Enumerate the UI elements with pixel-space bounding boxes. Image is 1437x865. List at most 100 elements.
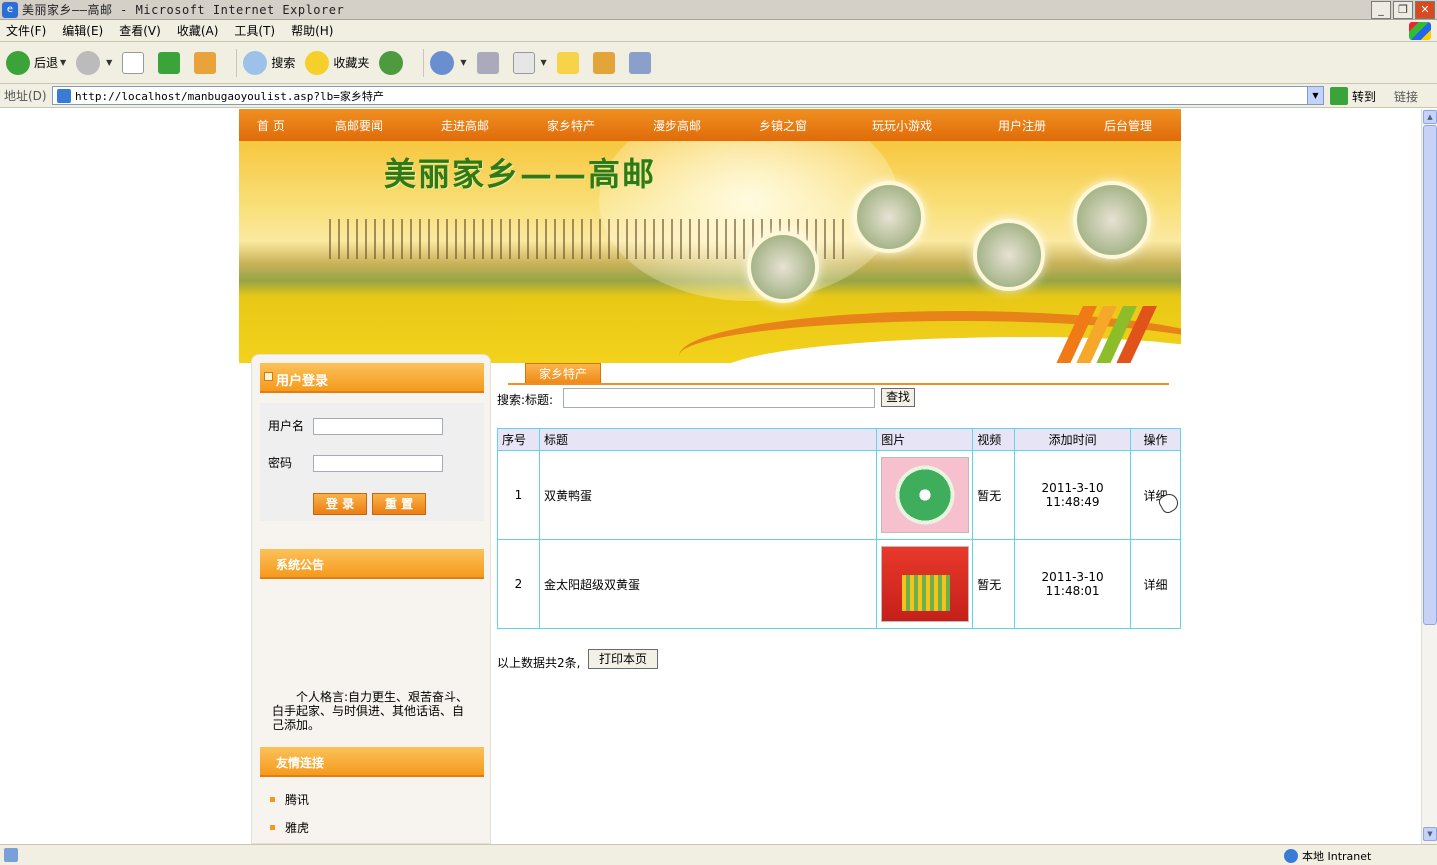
egg-box-image[interactable] <box>880 546 969 622</box>
login-header: 用户登录 <box>260 363 484 393</box>
printer-icon <box>476 51 499 74</box>
nav-intro[interactable]: 走进高邮 <box>441 117 489 134</box>
login-form: 用户名 密码 登 录 重 置 <box>260 403 484 521</box>
row-video: 暂无 <box>972 539 1016 629</box>
salted-egg-image[interactable] <box>880 457 969 533</box>
col-header: 操作 <box>1130 428 1181 451</box>
nav-specialties[interactable]: 家乡特产 <box>547 117 595 134</box>
print-toolbar-button[interactable] <box>476 51 503 74</box>
discuss-button[interactable] <box>556 51 583 74</box>
messenger-button[interactable] <box>628 51 655 74</box>
maximize-button[interactable]: ❐ <box>1393 1 1413 19</box>
page-icon <box>57 88 71 103</box>
scroll-thumb[interactable] <box>1423 125 1437 625</box>
stop-button[interactable] <box>122 51 148 74</box>
vertical-scrollbar[interactable]: ▲ ▼ <box>1421 109 1437 844</box>
search-title-label: 搜索:标题: <box>497 393 554 407</box>
col-header: 视频 <box>972 428 1016 451</box>
friend-link-label[interactable]: 雅虎 <box>285 819 309 836</box>
nav-news[interactable]: 高邮要闻 <box>335 117 383 134</box>
history-icon <box>379 50 404 75</box>
links-header: 友情连接 <box>260 747 484 777</box>
zone-label: 本地 Intranet <box>1302 850 1372 863</box>
windows-logo-icon <box>1409 22 1431 40</box>
links-title: 友情连接 <box>276 756 325 770</box>
row-detail-link[interactable]: 详细 <box>1130 539 1181 629</box>
table-header-row: 序号 标题 图片 视频 添加时间 操作 <box>497 428 1181 451</box>
menu-favorites[interactable]: 收藏(A) <box>177 22 219 39</box>
forward-arrow-icon <box>76 50 101 75</box>
back-label: 后退 <box>34 56 59 70</box>
intranet-globe-icon <box>1284 849 1298 863</box>
row-image <box>876 450 974 540</box>
row-title: 金太阳超级双黄蛋 <box>538 539 878 629</box>
menu-help[interactable]: 帮助(H) <box>291 22 333 39</box>
nav-register[interactable]: 用户注册 <box>998 117 1046 134</box>
address-url[interactable]: http://localhost/manbugaoyoulist.asp?lb=… <box>75 88 384 104</box>
row-time: 2011-3-10 11:48:01 <box>1014 539 1132 629</box>
edit-dropdown-icon[interactable]: ▼ <box>541 58 547 67</box>
bullet-icon <box>270 797 275 802</box>
window-title: 美丽家乡——高邮 - Microsoft Internet Explorer <box>22 3 345 17</box>
nav-home[interactable]: 首 页 <box>257 117 285 134</box>
search-submit-button[interactable]: 查找 <box>881 388 915 407</box>
friend-link[interactable]: 雅虎 <box>270 819 309 836</box>
login-title: 用户登录 <box>276 374 329 389</box>
print-page-button[interactable]: 打印本页 <box>588 649 658 669</box>
toolbar-separator <box>236 48 238 77</box>
notice-title: 系统公告 <box>276 558 325 572</box>
minimize-button[interactable]: _ <box>1371 1 1391 19</box>
star-icon <box>305 50 330 75</box>
menu-tools[interactable]: 工具(T) <box>234 22 275 39</box>
forward-button[interactable]: ▼ <box>76 50 112 75</box>
back-dropdown-icon[interactable]: ▼ <box>60 58 66 67</box>
username-input[interactable] <box>313 418 443 435</box>
page-viewport: 首 页 高邮要闻 走进高邮 家乡特产 漫步高邮 乡镇之窗 玩玩小游戏 用户注册 … <box>0 109 1421 844</box>
menu-view[interactable]: 查看(V) <box>119 22 161 39</box>
address-label: 地址(D) <box>4 89 47 103</box>
nav-stroll[interactable]: 漫步高邮 <box>653 117 701 134</box>
nav-admin[interactable]: 后台管理 <box>1104 117 1152 134</box>
back-button[interactable]: 后退 ▼ <box>6 50 66 75</box>
browser-toolbar: 后退 ▼ ▼ 搜索 收藏夹 ▼ ▼ <box>0 42 1437 84</box>
nav-games[interactable]: 玩玩小游戏 <box>872 117 932 134</box>
nav-towns[interactable]: 乡镇之窗 <box>759 117 807 134</box>
mail-button[interactable]: ▼ <box>430 50 467 75</box>
close-button[interactable]: ✕ <box>1415 1 1435 19</box>
scroll-up-icon[interactable]: ▲ <box>1423 110 1437 124</box>
refresh-button[interactable] <box>158 51 184 74</box>
book-icon <box>592 51 615 74</box>
menu-file[interactable]: 文件(F) <box>6 22 46 39</box>
search-input[interactable] <box>563 388 875 408</box>
forward-dropdown-icon[interactable]: ▼ <box>106 58 112 67</box>
site-nav: 首 页 高邮要闻 走进高邮 家乡特产 漫步高邮 乡镇之窗 玩玩小游戏 用户注册 … <box>239 109 1181 141</box>
friend-link[interactable]: 腾讯 <box>270 791 309 808</box>
history-button[interactable] <box>379 50 407 75</box>
address-dropdown-icon[interactable]: ▼ <box>1307 87 1323 104</box>
banner-title: 美丽家乡——高邮 <box>384 155 657 193</box>
go-button[interactable]: 转到 <box>1330 87 1376 105</box>
search-button[interactable]: 搜索 <box>243 50 295 75</box>
col-header: 序号 <box>497 428 540 451</box>
home-button[interactable] <box>194 51 220 74</box>
password-input[interactable] <box>313 455 443 472</box>
banner-photo-villa <box>1073 181 1151 259</box>
edit-button[interactable]: ▼ <box>512 51 547 74</box>
scroll-down-icon[interactable]: ▼ <box>1423 827 1437 841</box>
col-header: 图片 <box>876 428 974 451</box>
mail-dropdown-icon[interactable]: ▼ <box>460 58 466 67</box>
login-button[interactable]: 登 录 <box>313 493 367 515</box>
menu-bar: 文件(F) 编辑(E) 查看(V) 收藏(A) 工具(T) 帮助(H) <box>0 20 1437 42</box>
word-icon <box>512 51 535 74</box>
security-zone: 本地 Intranet <box>1284 848 1371 864</box>
menu-edit[interactable]: 编辑(E) <box>62 22 103 39</box>
research-button[interactable] <box>592 51 619 74</box>
address-input[interactable]: http://localhost/manbugaoyoulist.asp?lb=… <box>52 86 1324 105</box>
links-button[interactable]: 链接 <box>1394 88 1418 105</box>
favorites-button[interactable]: 收藏夹 <box>305 50 369 75</box>
reset-button[interactable]: 重 置 <box>372 493 426 515</box>
tab-specialties[interactable]: 家乡特产 <box>525 363 601 385</box>
friend-link-label[interactable]: 腾讯 <box>285 791 309 808</box>
toolbar-separator <box>423 48 425 77</box>
specialties-table: 序号 标题 图片 视频 添加时间 操作 1 双黄鸭蛋 暂无 2011-3-10 … <box>497 428 1181 629</box>
